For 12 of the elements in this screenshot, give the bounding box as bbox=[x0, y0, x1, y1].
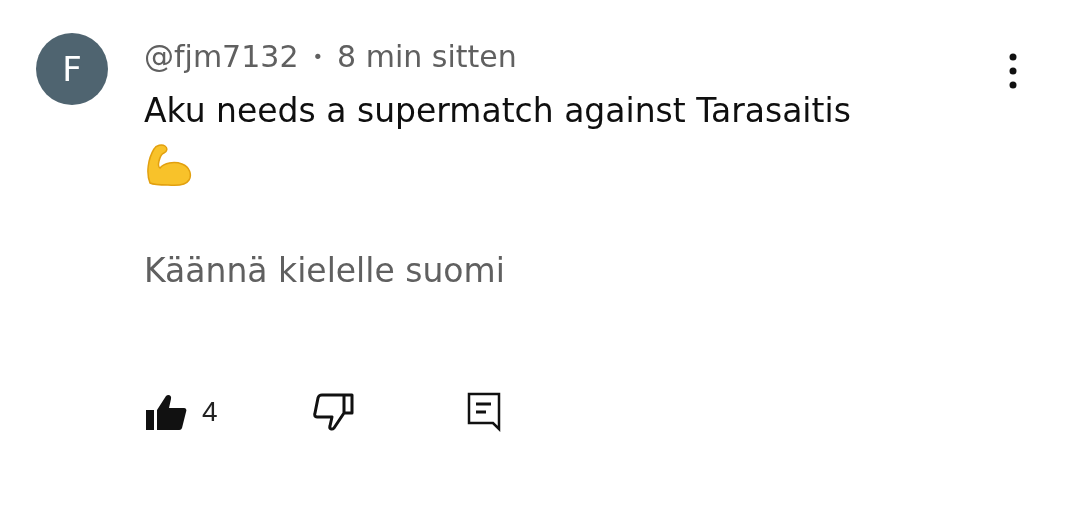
like-button[interactable]: 4 bbox=[144, 391, 312, 432]
flexed-arm-icon bbox=[144, 142, 194, 187]
like-count: 4 bbox=[202, 395, 218, 428]
comment-icon bbox=[467, 391, 503, 432]
author-name[interactable]: @fjm7132 bbox=[144, 38, 299, 74]
separator-dot: • bbox=[312, 45, 324, 67]
reply-button[interactable] bbox=[467, 391, 503, 432]
translate-link[interactable]: Käännä kielelle suomi bbox=[144, 250, 505, 290]
comment-text: Aku needs a supermatch against Tarasaitis bbox=[144, 91, 852, 131]
comment-time: 8 min sitten bbox=[337, 38, 517, 74]
avatar[interactable]: F bbox=[36, 33, 108, 105]
more-options-icon[interactable] bbox=[1008, 53, 1018, 89]
